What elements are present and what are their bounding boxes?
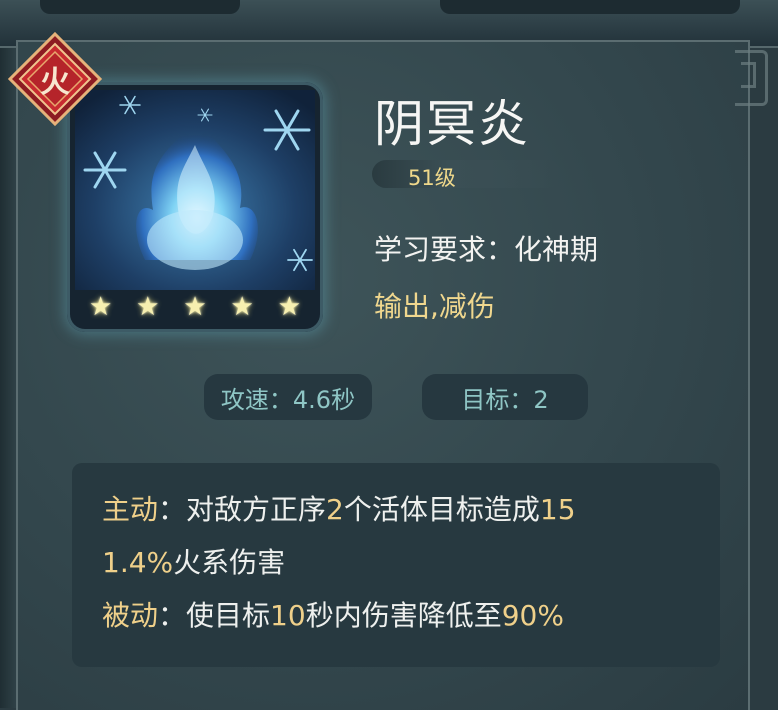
attack-speed-stat: 攻速：4.6秒 [204, 374, 372, 420]
passive-sep: ： [158, 599, 187, 632]
frame-cap-right [440, 0, 740, 14]
fire-element-badge: 火 [6, 30, 104, 128]
frame-cap-left [40, 0, 240, 14]
target-count-stat: 目标：2 [422, 374, 588, 420]
skill-level: 51级 [408, 166, 456, 190]
blue-flame-snowflake-icon [75, 90, 315, 290]
active-label: 主动 [102, 493, 159, 526]
passive-number-2: 90% [501, 599, 564, 632]
level-pill [372, 160, 562, 188]
active-text-3: 火系伤害 [173, 546, 286, 579]
star-icon: ★ [230, 292, 254, 322]
passive-effect-line: 被动：使目标10秒内伤害降低至90% [102, 589, 690, 642]
skill-icon-card[interactable]: ★ ★ ★ ★ ★ [67, 82, 323, 332]
active-number-2b: 1.4% [102, 546, 174, 579]
target-count-text: 目标：2 [461, 385, 549, 414]
corner-ornament-inner-icon [741, 62, 756, 88]
element-label: 火 [40, 65, 70, 100]
skill-description: 主动：对敌方正序2个活体目标造成15 1.4%火系伤害 被动：使目标10秒内伤害… [72, 463, 720, 667]
skill-name: 阴冥炎 [374, 95, 530, 153]
active-sep: ： [158, 493, 187, 526]
active-text-2: 个活体目标造成 [343, 493, 540, 526]
active-effect-line2: 1.4%火系伤害 [102, 536, 690, 589]
star-icon: ★ [277, 292, 301, 322]
active-effect-line1: 主动：对敌方正序2个活体目标造成15 [102, 483, 690, 536]
learn-requirement: 学习要求：化神期 [374, 233, 599, 266]
active-text-1: 对敌方正序 [186, 493, 327, 526]
passive-number-1: 10 [270, 599, 306, 632]
star-rating: ★ ★ ★ ★ ★ [67, 294, 323, 320]
star-icon: ★ [136, 292, 160, 322]
star-icon: ★ [183, 292, 207, 322]
skill-tags: 输出,减伤 [374, 290, 495, 323]
passive-text-1: 使目标 [186, 599, 271, 632]
passive-label: 被动 [102, 599, 159, 632]
passive-text-2: 秒内伤害降低至 [305, 599, 502, 632]
active-number-2a: 15 [539, 493, 576, 526]
attack-speed-text: 攻速：4.6秒 [220, 385, 356, 414]
star-icon: ★ [88, 292, 113, 322]
active-number-1: 2 [326, 493, 344, 526]
